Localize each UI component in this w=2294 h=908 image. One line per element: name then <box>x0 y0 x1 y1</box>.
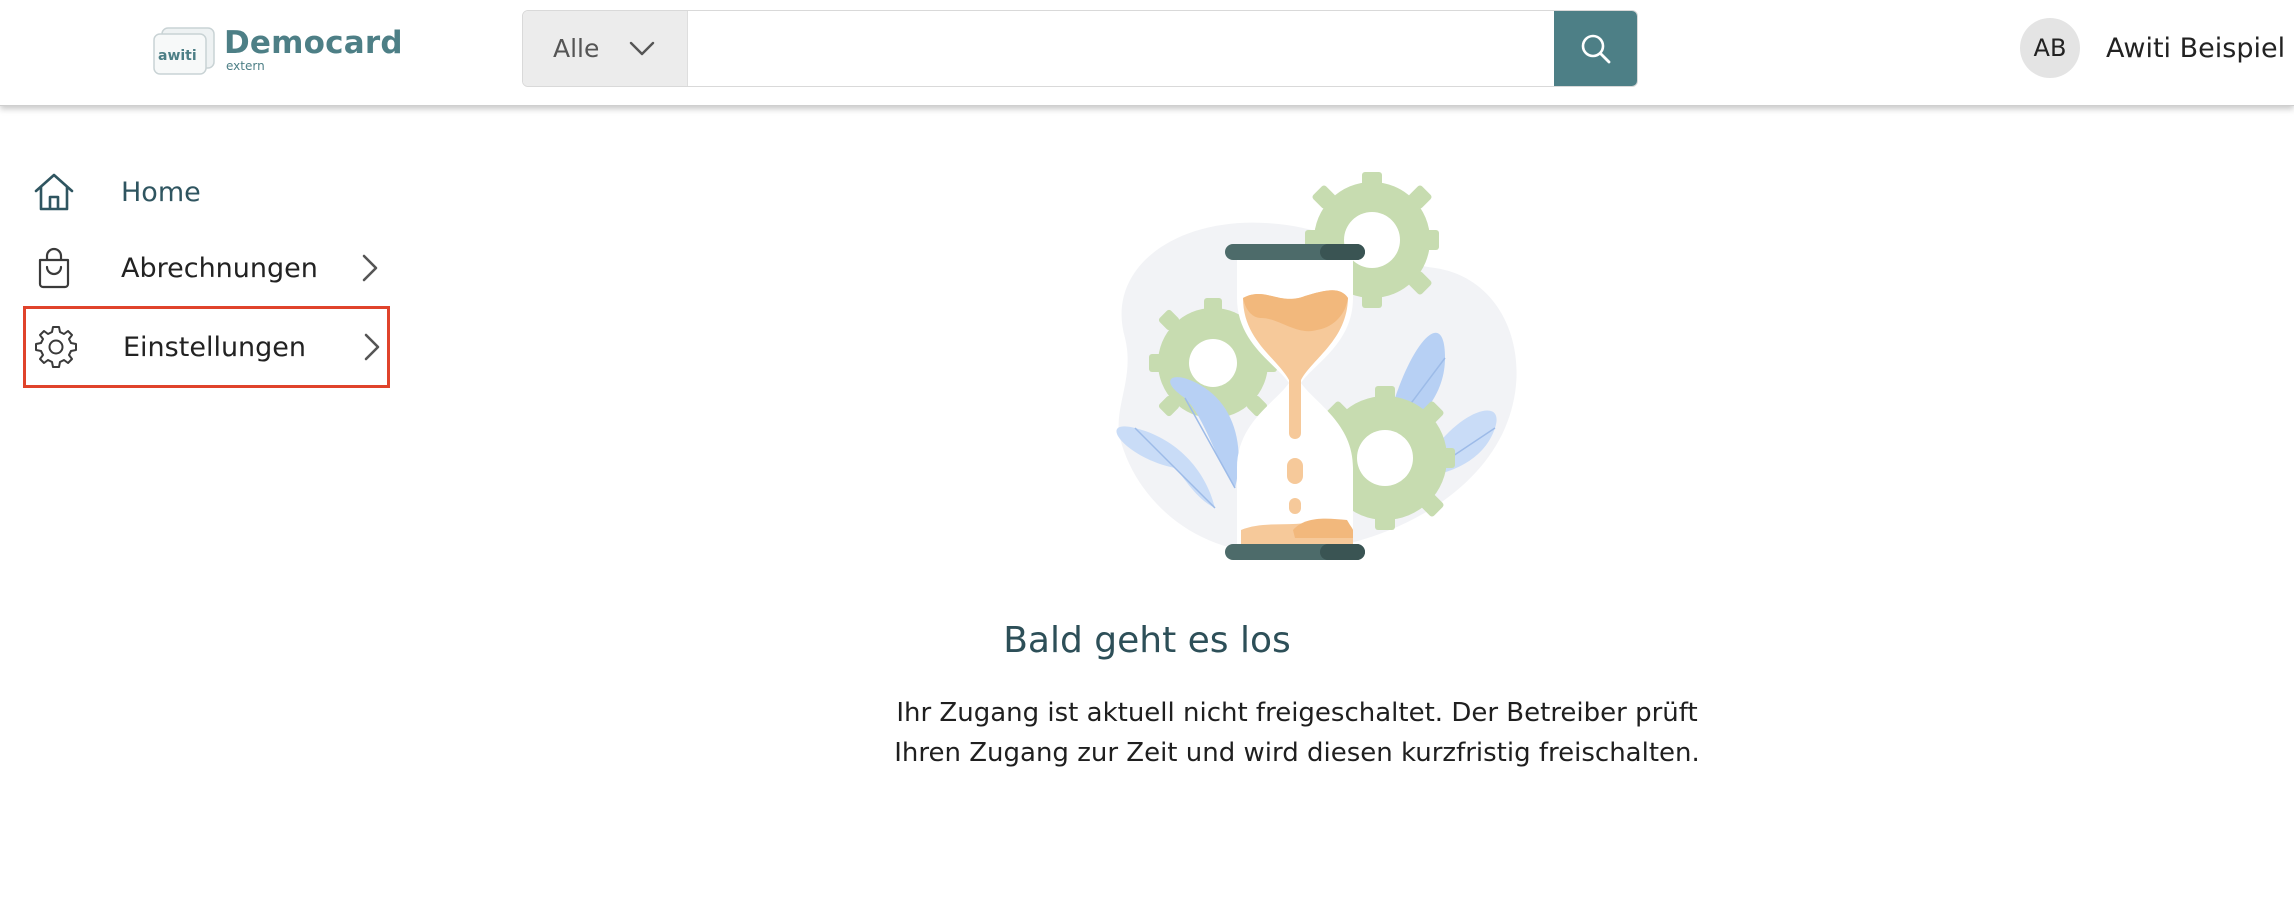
brand-logo[interactable]: awiti Democard extern <box>148 20 408 80</box>
status-message: Ihr Zugang ist aktuell nicht freigeschal… <box>747 693 1847 773</box>
sidebar-item-abrechnungen[interactable]: Abrechnungen <box>24 230 388 306</box>
status-message-line: Ihren Zugang zur Zeit und wird diesen ku… <box>894 738 1700 768</box>
sidebar-item-einstellungen[interactable]: Einstellungen <box>23 306 390 388</box>
user-name[interactable]: Awiti Beispiel <box>2106 33 2285 64</box>
search-bar: Alle <box>522 10 1638 87</box>
sidebar-item-label: Abrechnungen <box>121 252 318 284</box>
shopping-bag-icon <box>38 247 70 289</box>
avatar[interactable]: AB <box>2020 18 2080 78</box>
chevron-right-icon <box>362 254 378 282</box>
hourglass-illustration <box>1065 168 1525 574</box>
search-input[interactable] <box>688 11 1554 86</box>
top-header: awiti Democard extern Alle AB Awiti Beis… <box>0 0 2294 106</box>
sidebar-item-home[interactable]: Home <box>24 154 388 230</box>
gear-icon <box>35 326 77 368</box>
chevron-down-icon <box>630 41 655 55</box>
page-title: Bald geht es los <box>1003 620 1291 661</box>
user-menu[interactable]: AB Awiti Beispiel <box>2020 18 2285 78</box>
logo-subtitle: extern <box>226 59 265 73</box>
sidebar-nav: Home Abrechnungen Einstellungen <box>0 106 400 908</box>
home-icon <box>34 173 74 211</box>
logo-mark-icon: awiti <box>148 22 220 78</box>
logo-title: Democard <box>224 25 403 61</box>
logo-mark-text: awiti <box>158 48 197 64</box>
search-category-select[interactable]: Alle <box>523 11 688 86</box>
search-category-label: Alle <box>553 34 600 63</box>
chevron-right-icon <box>364 333 380 361</box>
sidebar-item-label: Home <box>121 176 201 208</box>
search-icon <box>1581 34 1610 63</box>
search-button[interactable] <box>1554 11 1637 86</box>
status-message-line: Ihr Zugang ist aktuell nicht freigeschal… <box>896 698 1698 728</box>
sidebar-item-label: Einstellungen <box>123 331 307 363</box>
